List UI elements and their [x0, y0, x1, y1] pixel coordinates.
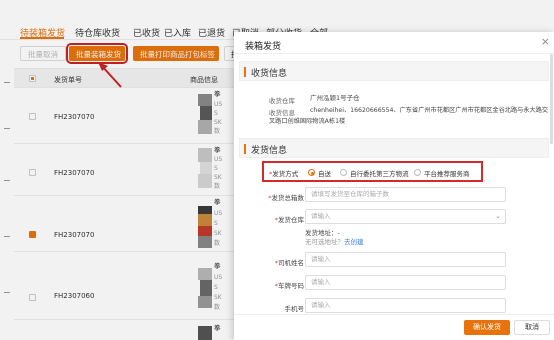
product-thumbnail [198, 148, 212, 188]
table-row[interactable]: FH2307070 拳 US S SK 数 [14, 88, 234, 144]
select-all-checkbox[interactable] [29, 75, 36, 82]
ship-warehouse-select[interactable]: 请输入 ⌄ [305, 209, 506, 224]
product-line: S [214, 110, 218, 117]
chevron-down-icon: ⌄ [495, 212, 501, 220]
receiving-warehouse-label: 收货仓库 [269, 97, 295, 105]
product-line: SK [214, 174, 222, 181]
table-row[interactable]: 拳 [14, 320, 234, 340]
product-thumbnail [198, 326, 212, 340]
column-order-no: 发货单号 [54, 76, 82, 84]
table-row[interactable]: FH2307070 拳 US S SK 数 [14, 196, 234, 252]
product-thumbnail [198, 268, 212, 308]
receiving-section-title: 收货信息 [251, 69, 288, 79]
radio-third-party-label[interactable]: 自行委托第三方物流 [350, 168, 409, 178]
product-line: 数 [214, 240, 221, 247]
shipping-section-header: 发货信息 [239, 138, 549, 158]
sidebar-marker [4, 292, 10, 293]
product-line: 数 [214, 128, 221, 135]
tab-stored[interactable]: 已入库 [164, 26, 191, 39]
product-line: 拳 [214, 262, 221, 270]
plate-number-input[interactable]: 请输入 [305, 275, 506, 290]
section-accent-bar [244, 144, 246, 154]
batch-ship-button[interactable]: 批量装箱发货 [66, 43, 128, 64]
product-line: 拳 [214, 324, 221, 332]
row-checkbox[interactable] [29, 231, 36, 238]
order-number: FH2307070 [54, 231, 95, 239]
table-header: 发货单号 商品信息 [14, 68, 234, 88]
total-boxes-label: *发货总箱数 [268, 194, 304, 202]
product-thumbnail [198, 94, 212, 134]
phone-label: 手机号 [284, 305, 305, 313]
tab-pending-receive[interactable]: 待仓库收货 [75, 26, 120, 39]
product-line: US [214, 274, 223, 281]
tab-returned[interactable]: 已退货 [198, 26, 225, 39]
create-address-link[interactable]: 去创建 [344, 238, 364, 246]
product-line: 拳 [214, 146, 221, 154]
radio-platform-provider-label[interactable]: 平台推荐服务商 [424, 168, 470, 178]
total-boxes-input[interactable]: 请填写发货至仓库的箱子数 [305, 187, 506, 202]
radio-self-delivery[interactable] [308, 169, 315, 176]
product-line: US [214, 101, 223, 108]
order-number: FH2307060 [54, 292, 95, 300]
row-checkbox[interactable] [29, 294, 36, 301]
row-checkbox[interactable] [29, 169, 36, 176]
radio-third-party[interactable] [340, 169, 347, 176]
table-row[interactable]: FH2307060 拳 US S SK 数 [14, 252, 234, 320]
product-line: SK [214, 294, 222, 301]
product-line: 拳 [214, 90, 221, 98]
plate-number-label: *车牌号码 [274, 282, 304, 290]
product-line: 数 [214, 183, 221, 190]
sidebar-marker [4, 82, 10, 83]
product-line: SK [214, 119, 222, 126]
order-number: FH2307070 [54, 169, 95, 177]
close-icon[interactable]: × [541, 35, 550, 48]
product-line: S [214, 284, 218, 291]
product-line: US [214, 210, 223, 217]
dialog-title: 装箱发货 [245, 42, 282, 52]
sidebar-marker [4, 236, 10, 237]
section-accent-bar [244, 67, 246, 77]
dialog-scrollbar[interactable] [550, 54, 553, 144]
product-thumbnail [198, 206, 212, 248]
receiving-warehouse-value: 广州泓颖1号子仓 [310, 94, 360, 102]
product-line: S [214, 220, 218, 227]
product-line: 拳 [214, 198, 221, 206]
phone-input[interactable]: 请输入 [305, 298, 506, 313]
receiving-info-line: chenheihei、16620666554、广东省广州市花都区广州市花都区金谷… [310, 107, 549, 114]
ship-method-highlight: *发货方式 自送 自行委托第三方物流 平台推荐服务商 [262, 161, 483, 182]
product-line: US [214, 156, 223, 163]
receiving-info-line: 叉路口创维国际物流A栋1楼 [269, 118, 346, 125]
shipping-section-title: 发货信息 [251, 146, 288, 156]
divider [234, 53, 554, 54]
sidebar-marker [4, 128, 10, 129]
ship-warehouse-label: *发货仓库 [274, 216, 304, 224]
order-number: FH2307070 [54, 113, 95, 121]
tab-received[interactable]: 已收货 [133, 26, 160, 39]
sidebar-edge [0, 40, 14, 340]
sidebar-marker [4, 180, 10, 181]
batch-print-label-button[interactable]: 批量打印商品打包标签 [133, 46, 219, 61]
radio-self-delivery-label[interactable]: 自送 [318, 168, 331, 178]
product-line: 数 [214, 304, 221, 311]
active-tab-indicator [20, 37, 64, 39]
ship-method-label: *发货方式 [269, 170, 299, 178]
column-product-info: 商品信息 [190, 76, 218, 84]
confirm-ship-button[interactable]: 确认发货 [464, 320, 510, 335]
ship-dialog: 装箱发货 × 收货信息 收货仓库 广州泓颖1号子仓 收货信息 chenheihe… [234, 32, 554, 340]
divider [234, 314, 554, 315]
cancel-button[interactable]: 取消 [514, 320, 550, 335]
driver-name-input[interactable]: 请输入 [305, 252, 506, 267]
row-checkbox[interactable] [29, 113, 36, 120]
table-row[interactable]: FH2307070 拳 US S SK 数 [14, 144, 234, 196]
product-line: SK [214, 230, 222, 237]
ship-warehouse-placeholder: 请输入 [311, 212, 331, 220]
ship-address-hint: 无可选地址？去创建 [305, 238, 364, 246]
batch-cancel-button[interactable]: 批量取消 [20, 46, 66, 61]
radio-platform-provider[interactable] [414, 169, 421, 176]
driver-name-label: *司机姓名 [274, 259, 304, 267]
product-line: S [214, 165, 218, 172]
receiving-section-header: 收货信息 [239, 61, 549, 81]
